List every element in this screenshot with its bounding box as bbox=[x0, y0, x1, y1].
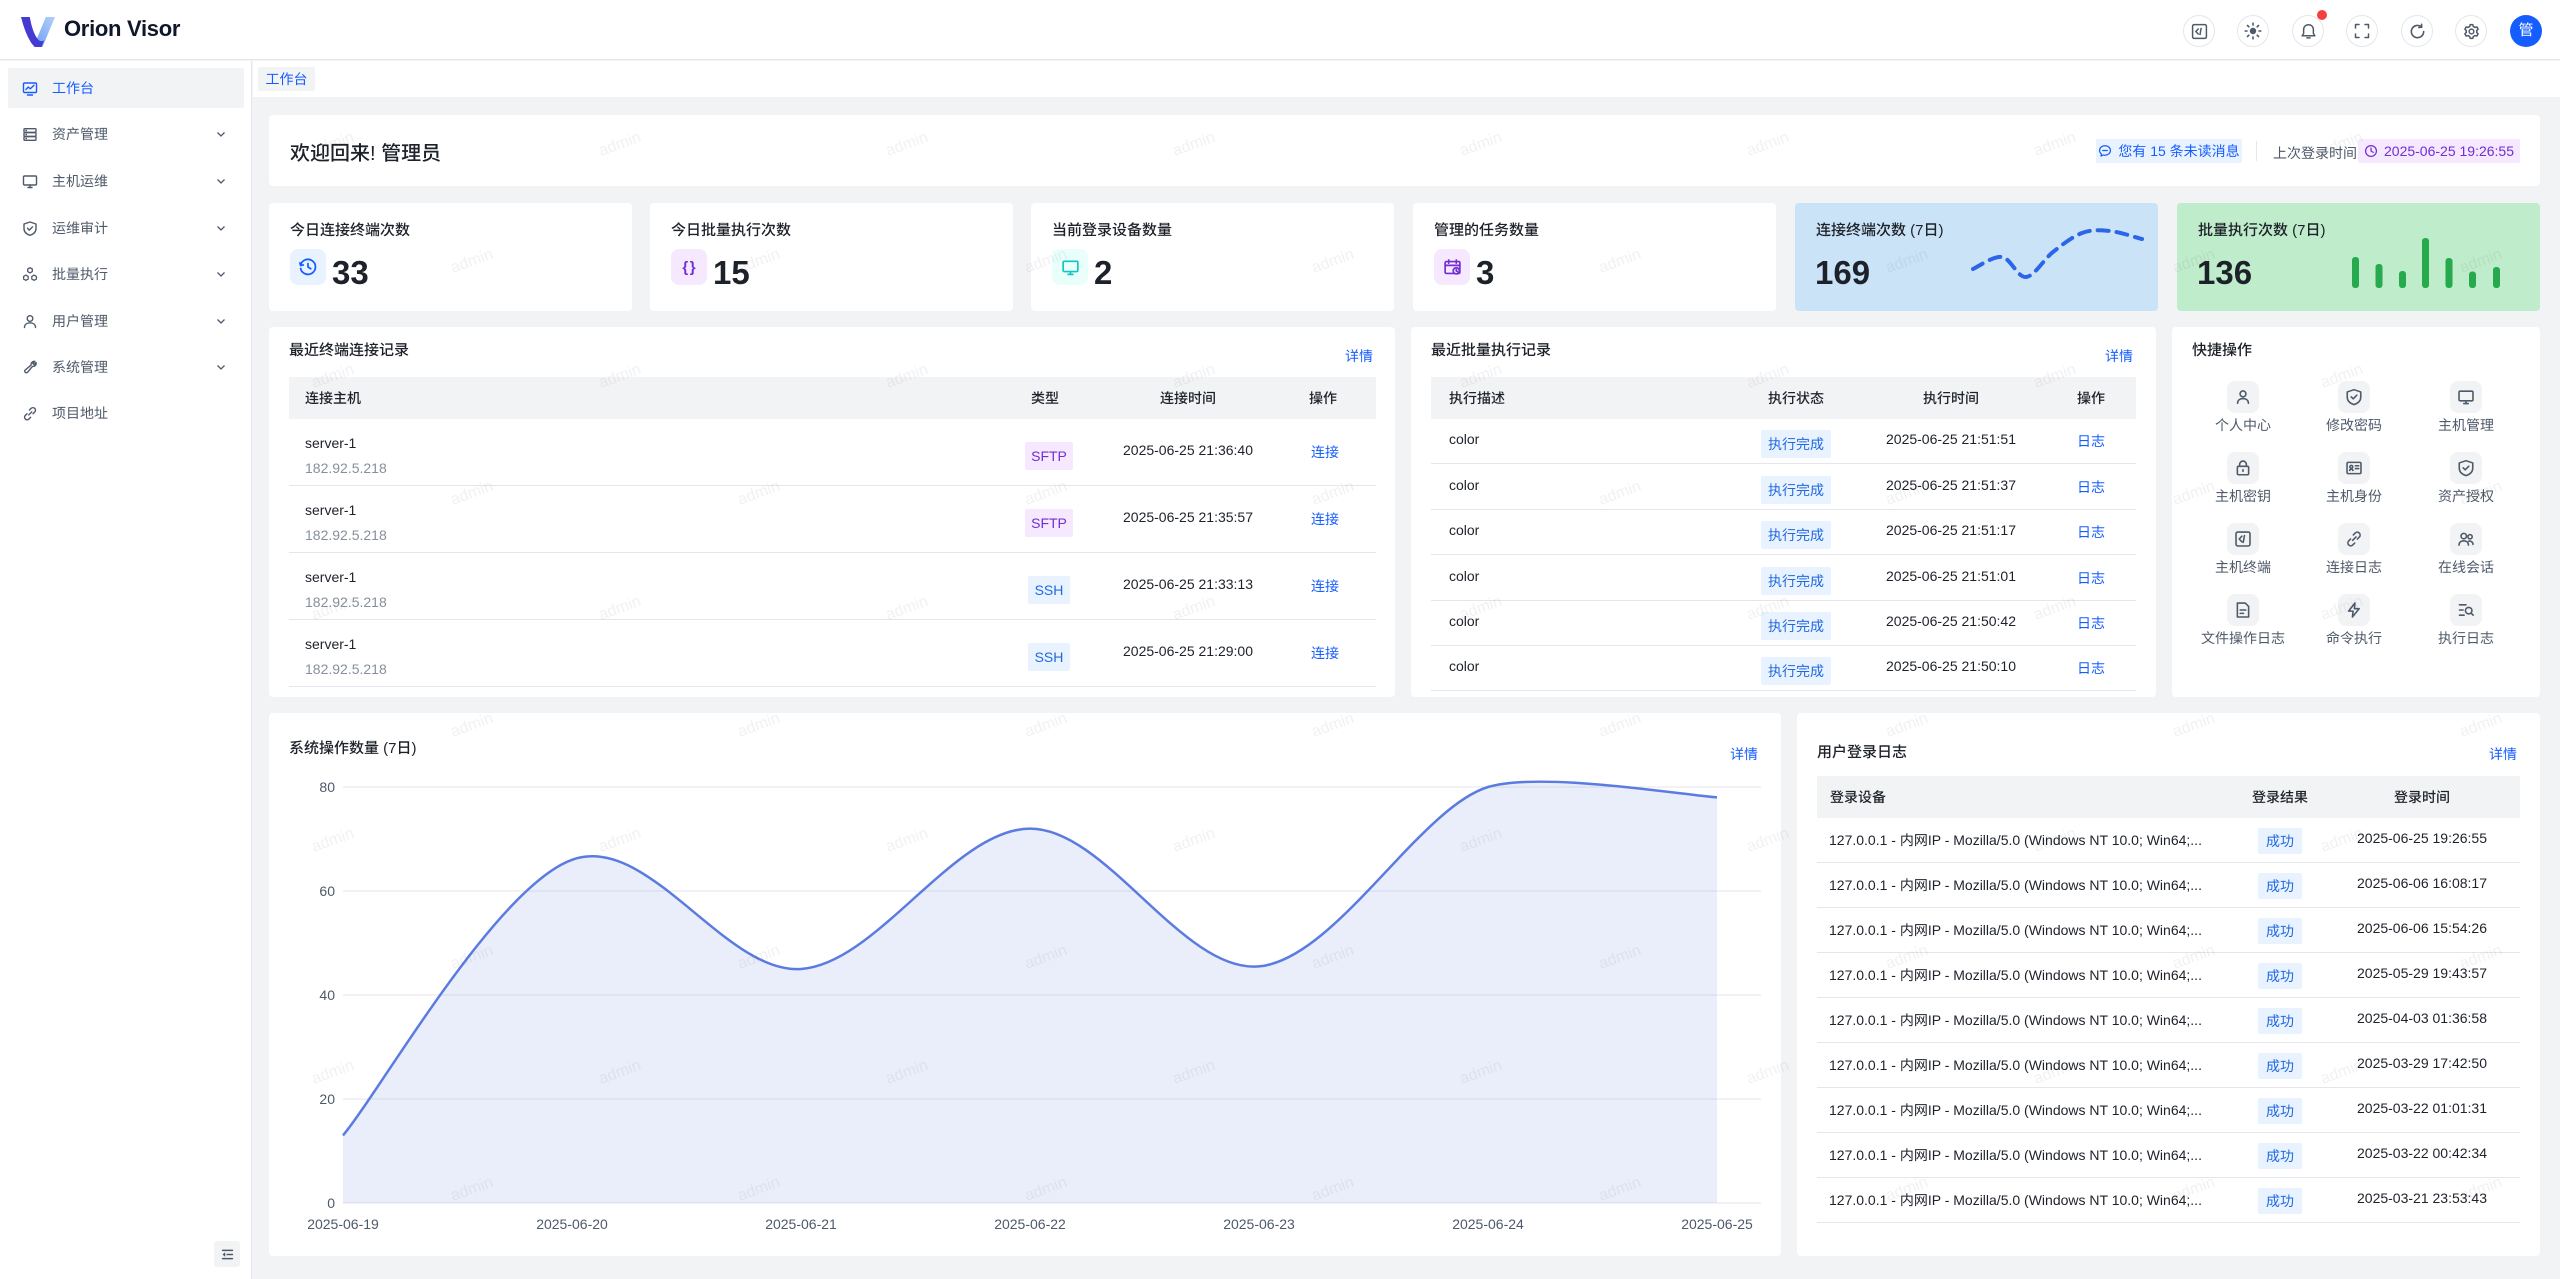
svg-text:2025-06-21: 2025-06-21 bbox=[765, 1216, 837, 1232]
svg-text:2025-06-22: 2025-06-22 bbox=[994, 1216, 1066, 1232]
svg-text:40: 40 bbox=[319, 987, 335, 1003]
svg-text:2025-06-25: 2025-06-25 bbox=[1681, 1216, 1753, 1232]
svg-text:60: 60 bbox=[319, 883, 335, 899]
svg-text:2025-06-24: 2025-06-24 bbox=[1452, 1216, 1524, 1232]
svg-text:0: 0 bbox=[327, 1195, 335, 1211]
svg-text:2025-06-19: 2025-06-19 bbox=[307, 1216, 379, 1232]
svg-text:20: 20 bbox=[319, 1091, 335, 1107]
svg-text:2025-06-23: 2025-06-23 bbox=[1223, 1216, 1295, 1232]
svg-text:80: 80 bbox=[319, 779, 335, 795]
svg-text:2025-06-20: 2025-06-20 bbox=[536, 1216, 608, 1232]
